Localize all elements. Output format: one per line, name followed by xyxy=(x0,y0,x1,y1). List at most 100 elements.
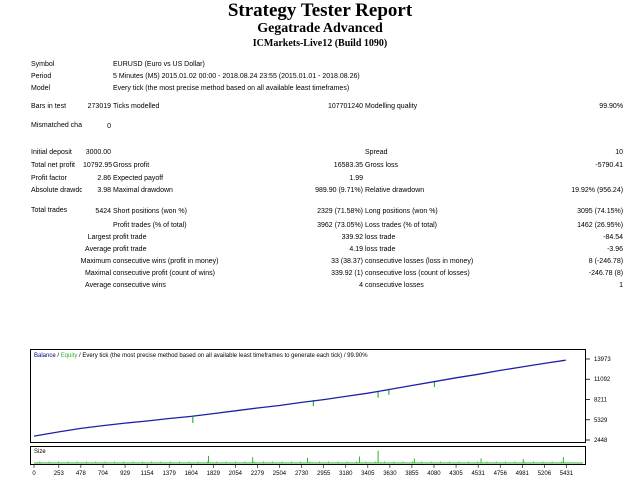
bars-label: Bars in test xyxy=(31,102,67,110)
x-tick-label: 4756 xyxy=(494,471,508,477)
md-value: 989.90 (9.71%) xyxy=(315,187,363,194)
lt-label: Loss trades (% of total) xyxy=(365,221,437,229)
pt-value: 3962 (73.05%) xyxy=(317,221,363,229)
mq-value: 99.90% xyxy=(599,102,624,110)
maximum-label: Maximum xyxy=(80,257,111,265)
maximal-label: Maximal xyxy=(84,269,111,277)
lpt-label: profit trade xyxy=(113,233,147,241)
sp-value: 2329 (71.58%) xyxy=(317,207,363,215)
tnp-label: Total net profit xyxy=(31,161,75,169)
deposit-value: 3000.00 xyxy=(85,149,111,156)
tt-label: Total trades xyxy=(31,207,68,214)
model-value: Every tick (the most precise method base… xyxy=(113,84,350,92)
rd-value: 19.92% (956.24) xyxy=(571,187,624,194)
row-profit-trades: Profit trades (% of total) 3962 (73.05%)… xyxy=(30,219,624,231)
x-tick-label: 4080 xyxy=(427,471,441,477)
symbol-label: Symbol xyxy=(31,60,55,68)
average2-label: Average xyxy=(85,281,111,289)
y-tick-labels: 13973 11092 8211 5329 2448 xyxy=(594,357,611,444)
expert-name: Gegatrade Advanced xyxy=(257,21,383,36)
lpt-value: 339.92 xyxy=(341,233,363,241)
balance-chart: Balance / Equity / Every tick (the most … xyxy=(30,349,611,477)
chart-legend: Balance / Equity / Every tick (the most … xyxy=(34,353,368,359)
mce-label: Mismatched charts errors xyxy=(31,122,82,129)
y-tick-label: 11092 xyxy=(594,377,611,383)
mcp-label: consecutive profit (count of wins) xyxy=(113,269,215,277)
row-mismatched: Mismatched charts errors 0 xyxy=(30,112,624,140)
spread-value: 10 xyxy=(615,149,624,156)
model-label: Model xyxy=(31,84,51,92)
x-tick-label: 5431 xyxy=(560,471,574,477)
row-deposit: Initial deposit 3000.00 Spread 10 xyxy=(30,146,624,159)
x-tick-labels: 0 253 478 704 929 1154 1379 1604 1829 2054 2279 250… xyxy=(32,465,574,477)
row-period: Period 5 Minutes (M5) 2015.01.02 00:00 -… xyxy=(30,70,624,82)
y-tick-label: 5329 xyxy=(594,418,608,424)
x-tick-label: 4981 xyxy=(516,471,530,477)
x-tick-label: 3630 xyxy=(383,471,397,477)
row-bars: Bars in test 273019 Ticks modelled 10770… xyxy=(30,100,624,112)
x-tick-label: 2054 xyxy=(229,471,243,477)
row-maximum: Maximum consecutive wins (profit in mone… xyxy=(30,255,624,267)
ep-label: Expected payoff xyxy=(113,174,164,182)
x-tick-label: 1604 xyxy=(185,471,199,477)
period-value: 5 Minutes (M5) 2015.01.02 00:00 - 2018.0… xyxy=(113,72,360,80)
alt-label: loss trade xyxy=(365,245,396,253)
row-average: Average profit trade 4.19 loss trade -3.… xyxy=(30,243,624,255)
x-tick-label: 2955 xyxy=(317,471,331,477)
mcll-label: consecutive loss (count of losses) xyxy=(365,269,470,277)
largest-label: Largest xyxy=(87,233,111,241)
x-tick-label: 3855 xyxy=(405,471,419,477)
lt-value: 1462 (26.95%) xyxy=(577,221,624,229)
row-profit-factor: Profit factor 2.86 Expected payoff 1.99 xyxy=(30,172,624,184)
tnp-value: 10792.95 xyxy=(83,162,112,169)
row-drawdown: Absolute drawdown 3.98 Maximal drawdown … xyxy=(30,184,624,197)
gl-value: -5790.41 xyxy=(595,162,624,169)
x-tick-label: 1829 xyxy=(207,471,221,477)
deposit-label: Initial deposit xyxy=(31,148,72,156)
x-tick-label: 929 xyxy=(120,471,131,477)
y-tick-label: 2448 xyxy=(594,438,608,444)
mcp-value: 339.92 (1) xyxy=(331,269,363,277)
mcl-value: 8 (-246.78) xyxy=(588,257,624,265)
y-tick-label: 13973 xyxy=(594,357,611,363)
gl-label: Gross loss xyxy=(365,162,399,169)
average-label: Average xyxy=(85,245,111,253)
x-tick-label: 2504 xyxy=(273,471,287,477)
x-tick-label: 2279 xyxy=(251,471,265,477)
ep-value: 1.99 xyxy=(349,174,363,182)
x-tick-label: 3405 xyxy=(361,471,375,477)
llt-value: -84.54 xyxy=(603,233,624,241)
ad-label: Absolute drawdown xyxy=(31,186,82,194)
mcll-value: -246.78 (8) xyxy=(588,269,624,277)
x-tick-label: 478 xyxy=(76,471,87,477)
pf-label: Profit factor xyxy=(31,174,67,182)
x-tick-label: 704 xyxy=(98,471,109,477)
server-build: ICMarkets-Live12 (Build 1090) xyxy=(252,38,388,49)
apt-value: 4.19 xyxy=(349,245,363,253)
spread-label: Spread xyxy=(365,149,388,156)
plot-frame xyxy=(30,349,586,443)
gp-value: 16583.35 xyxy=(333,162,363,169)
x-tick-label: 3180 xyxy=(339,471,353,477)
acl-value: 1 xyxy=(619,281,624,289)
report-table: Symbol EURUSD (Euro vs US Dollar) Period… xyxy=(30,58,624,291)
size-panel-label: Size xyxy=(34,449,46,455)
x-tick-label: 2730 xyxy=(295,471,309,477)
row-total-trades: Total trades 5424 Short positions (won %… xyxy=(30,203,624,219)
llt-label: loss trade xyxy=(365,233,396,241)
x-tick-label: 253 xyxy=(54,471,65,477)
alt-value: -3.96 xyxy=(607,245,624,253)
x-tick-label: 4305 xyxy=(449,471,463,477)
pf-value: 2.86 xyxy=(97,174,111,182)
mcw-label: consecutive wins (profit in money) xyxy=(113,257,219,265)
bars-value: 273019 xyxy=(87,102,111,110)
period-label: Period xyxy=(31,72,52,80)
ad-value: 3.98 xyxy=(97,187,111,194)
lp-label: Long positions (won %) xyxy=(365,207,438,215)
row-model: Model Every tick (the most precise metho… xyxy=(30,82,624,94)
mcl-label: consecutive losses (loss in money) xyxy=(365,257,474,265)
acw-label: consecutive wins xyxy=(113,281,166,289)
x-tick-label: 0 xyxy=(32,471,36,477)
rd-label: Relative drawdown xyxy=(365,187,425,194)
y-tick-label: 8211 xyxy=(594,397,608,403)
